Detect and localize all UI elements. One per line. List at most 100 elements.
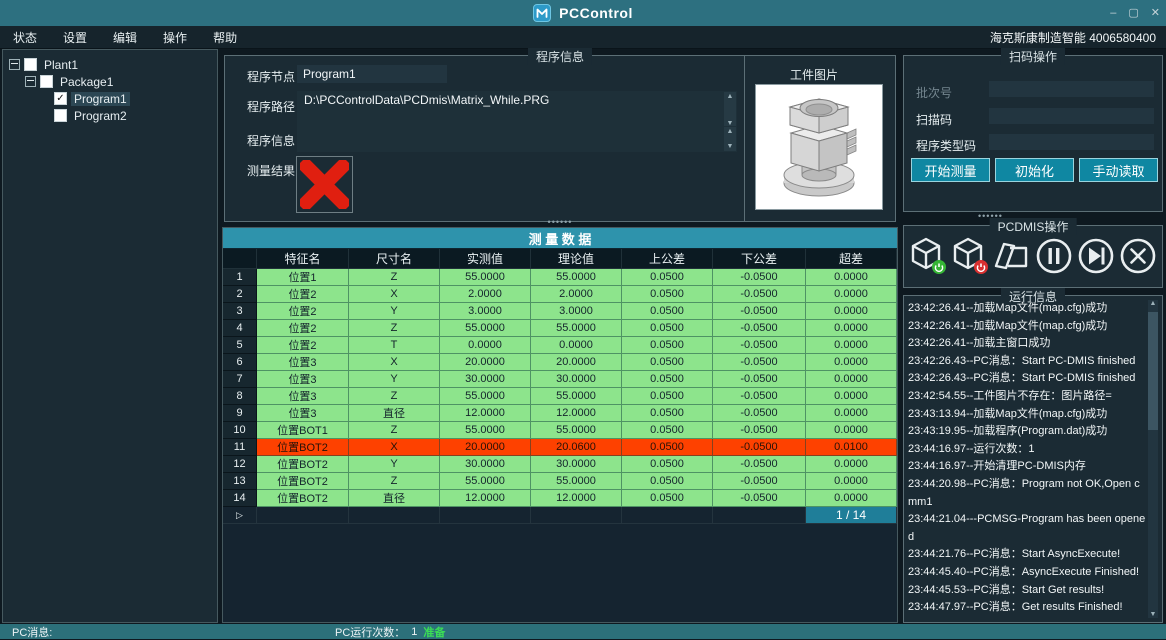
close-icon[interactable]: ✕ <box>1151 8 1160 19</box>
tree-checkbox[interactable] <box>54 109 67 122</box>
cell-nominal: 55.0000 <box>531 388 622 405</box>
program-path-label: 程序路径 <box>247 98 295 115</box>
stop-pcdmis-icon[interactable] <box>950 236 990 276</box>
table-row[interactable]: 7位置3Y30.000030.00000.0500-0.05000.0000 <box>223 371 897 388</box>
menu-item-3[interactable]: 操作 <box>150 29 200 46</box>
title-bar: PCControl ‒ ▢ ✕ <box>0 0 1166 26</box>
cell-upper: 0.0500 <box>622 269 713 286</box>
tree-node-package1[interactable]: Package1 <box>3 73 217 90</box>
message-scrollbar[interactable]: ▲ ▼ <box>724 127 736 151</box>
manual-read-button[interactable]: 手动读取 <box>1079 158 1158 182</box>
cell-nominal: 12.0000 <box>531 405 622 422</box>
tree-node-plant1[interactable]: Plant1 <box>3 56 217 73</box>
tree-checkbox[interactable] <box>54 92 67 105</box>
cell-lower: -0.0500 <box>713 388 806 405</box>
tree-node-program2[interactable]: Program2 <box>3 107 217 124</box>
scroll-up-icon[interactable]: ▲ <box>727 93 734 100</box>
scrollbar-thumb[interactable] <box>1148 312 1158 430</box>
cell-dev: 0.0000 <box>806 405 897 422</box>
row-number-cell: 12 <box>223 456 257 473</box>
cell-lower: -0.0500 <box>713 337 806 354</box>
table-row[interactable]: 1位置1Z55.000055.00000.0500-0.05000.0000 <box>223 269 897 286</box>
program-type-field[interactable] <box>989 134 1154 150</box>
row-number-cell: 3 <box>223 303 257 320</box>
pause-execution-icon[interactable] <box>1034 236 1074 276</box>
cell-dim: T <box>349 337 440 354</box>
table-row[interactable]: 13位置BOT2Z55.000055.00000.0500-0.05000.00… <box>223 473 897 490</box>
table-row[interactable]: 10位置BOT1Z55.000055.00000.0500-0.05000.00… <box>223 422 897 439</box>
cell-feature: 位置1 <box>257 269 349 286</box>
cell-dev: 0.0000 <box>806 456 897 473</box>
cell-nominal: 20.0600 <box>531 439 622 456</box>
cell-dev: 0.0000 <box>806 490 897 507</box>
table-row[interactable]: 4位置2Z55.000055.00000.0500-0.05000.0000 <box>223 320 897 337</box>
cell-nominal: 55.0000 <box>531 269 622 286</box>
cancel-execution-icon[interactable] <box>1118 236 1158 276</box>
scan-code-field[interactable] <box>989 108 1154 124</box>
measurement-panel: 测 量 数 据 特征名尺寸名实测值理论值上公差下公差超差 1位置1Z55.000… <box>222 227 898 623</box>
program-path-field[interactable]: D:\PCControlData\PCDmis\Matrix_While.PRG… <box>297 91 737 129</box>
row-number-cell: 11 <box>223 439 257 456</box>
menu-item-0[interactable]: 状态 <box>0 29 50 46</box>
cell-feature: 位置BOT2 <box>257 473 349 490</box>
table-row[interactable]: 12位置BOT2Y30.000030.00000.0500-0.05000.00… <box>223 456 897 473</box>
cell-lower: -0.0500 <box>713 354 806 371</box>
batch-no-field[interactable] <box>989 81 1154 97</box>
part-cad-icon <box>764 91 874 203</box>
scroll-down-icon[interactable]: ▼ <box>1150 611 1157 618</box>
tree-checkbox[interactable] <box>24 58 37 71</box>
table-row[interactable]: 2位置2X2.00002.00000.0500-0.05000.0000 <box>223 286 897 303</box>
status-bar: PC消息: PC运行次数： 1 准备 <box>0 624 1166 639</box>
log-line: 23:42:26.43--PC消息：Start PC-DMIS finished <box>908 370 1146 388</box>
cell-upper: 0.0500 <box>622 473 713 490</box>
table-row[interactable]: 6位置3X20.000020.00000.0500-0.05000.0000 <box>223 354 897 371</box>
path-scrollbar[interactable]: ▲ ▼ <box>724 92 736 128</box>
splitter-handle[interactable]: •••••• <box>548 220 573 224</box>
pcdmis-group-title: PCDMIS操作 <box>990 218 1077 235</box>
cell-upper: 0.0500 <box>622 286 713 303</box>
start-measure-button[interactable]: 开始测量 <box>911 158 990 182</box>
table-row[interactable]: 5位置2T0.00000.00000.0500-0.05000.0000 <box>223 337 897 354</box>
log-line: 23:44:48.00--Start process result <box>908 617 1146 618</box>
cell-nominal: 30.0000 <box>531 371 622 388</box>
maximize-icon[interactable]: ▢ <box>1128 8 1138 19</box>
cell-dim: Y <box>349 456 440 473</box>
table-row[interactable]: 14位置BOT2直径12.000012.00000.0500-0.05000.0… <box>223 490 897 507</box>
cell-dev: 0.0000 <box>806 286 897 303</box>
menu-item-1[interactable]: 设置 <box>50 29 100 46</box>
program-node-field[interactable]: Program1 <box>297 65 447 83</box>
menu-item-2[interactable]: 编辑 <box>100 29 150 46</box>
log-line: 23:44:47.97--PC消息：Get results Finished! <box>908 599 1146 617</box>
menu-item-4[interactable]: 帮助 <box>200 29 250 46</box>
cell-measured: 30.0000 <box>440 456 531 473</box>
cell-feature: 位置2 <box>257 286 349 303</box>
measurement-header-row: 特征名尺寸名实测值理论值上公差下公差超差 <box>223 249 897 269</box>
minimize-icon[interactable]: ‒ <box>1110 8 1116 19</box>
scroll-up-icon[interactable]: ▲ <box>727 128 734 135</box>
menu-bar: 状态设置编辑操作帮助 海克斯康制造智能 4006580400 <box>0 26 1166 49</box>
table-row[interactable]: 8位置3Z55.000055.00000.0500-0.05000.0000 <box>223 388 897 405</box>
cell-dim: X <box>349 286 440 303</box>
scroll-up-icon[interactable]: ▲ <box>1150 300 1157 307</box>
header-cell-0: 特征名 <box>257 249 349 269</box>
start-pcdmis-icon[interactable] <box>908 236 948 276</box>
tree-checkbox[interactable] <box>40 75 53 88</box>
program-message-field[interactable]: ▲ ▼ <box>297 126 737 152</box>
app-logo-icon <box>533 4 551 22</box>
tree-node-program1[interactable]: Program1 <box>3 90 217 107</box>
scan-code-label: 扫描码 <box>916 111 952 128</box>
scroll-down-icon[interactable]: ▼ <box>727 143 734 150</box>
row-number-cell: 14 <box>223 490 257 507</box>
initialize-button[interactable]: 初始化 <box>995 158 1074 182</box>
continue-execution-icon[interactable] <box>1076 236 1116 276</box>
run-log-list[interactable]: 23:42:26.41--加载Map文件(map.cfg)成功23:42:26.… <box>908 300 1146 618</box>
expander-icon[interactable] <box>25 76 36 87</box>
table-row[interactable]: 9位置3直径12.000012.00000.0500-0.05000.0000 <box>223 405 897 422</box>
toggle-window-icon[interactable] <box>992 236 1032 276</box>
table-row[interactable]: 11位置BOT2X20.000020.06000.0500-0.05000.01… <box>223 439 897 456</box>
cell-measured: 30.0000 <box>440 371 531 388</box>
row-number-cell: 4 <box>223 320 257 337</box>
table-row[interactable]: 3位置2Y3.00003.00000.0500-0.05000.0000 <box>223 303 897 320</box>
expander-icon[interactable] <box>9 59 20 70</box>
tree-node-label: Package1 <box>57 75 116 89</box>
